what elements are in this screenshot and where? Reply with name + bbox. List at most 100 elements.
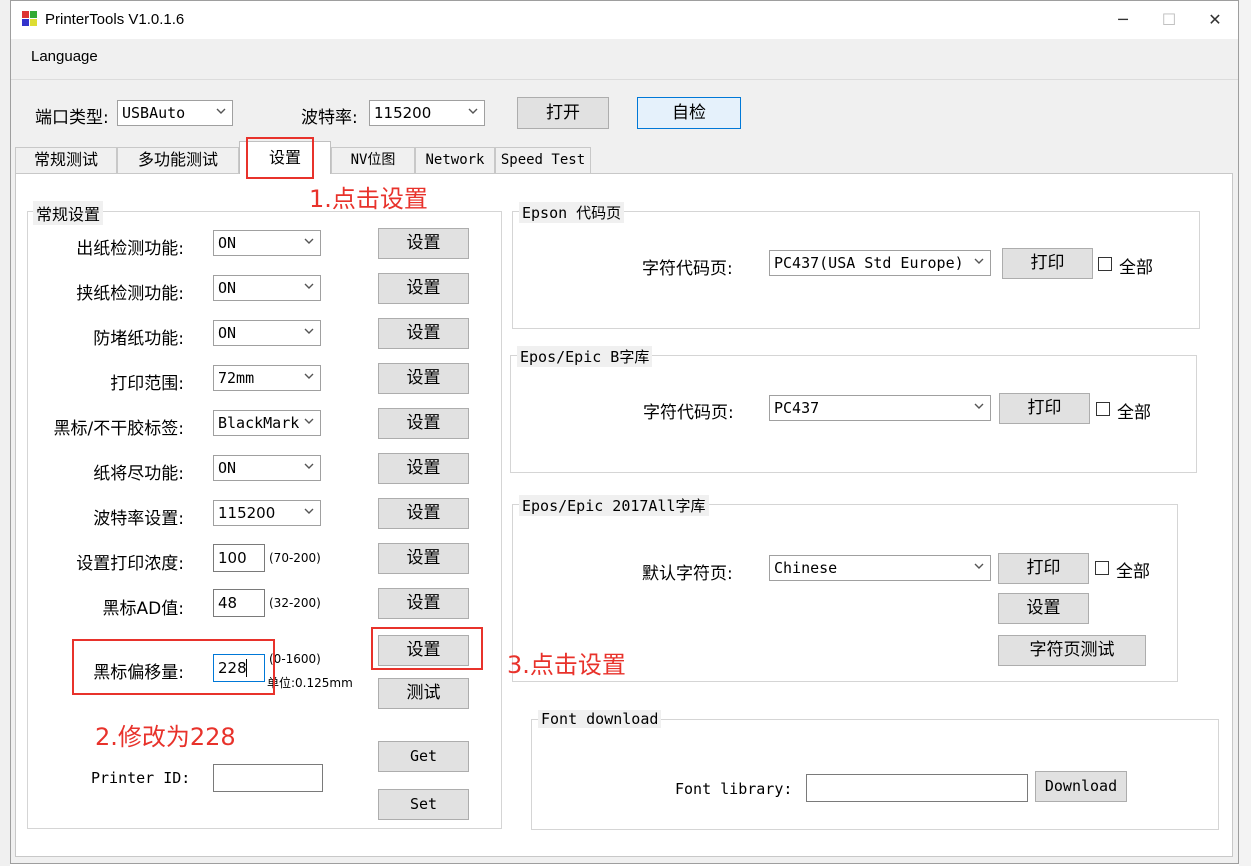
annotation-step-2: 2.修改为228	[95, 723, 236, 751]
set-button-1[interactable]: 设置	[378, 228, 469, 259]
epos-b-print-label: 打印	[1027, 398, 1062, 418]
tab-general-test[interactable]: 常规测试	[15, 147, 117, 173]
black-mark-ad-input[interactable]: 48	[213, 589, 265, 617]
epos-b-all-label: 全部	[1117, 403, 1151, 423]
default-codepage-select[interactable]: Chinese	[769, 555, 991, 581]
maximize-button[interactable]: ☐	[1146, 1, 1192, 39]
epson-codepage-title: Epson 代码页	[519, 202, 625, 223]
set-button-6[interactable]: 设置	[378, 453, 469, 484]
set-button-4[interactable]: 设置	[378, 363, 469, 394]
paper-near-end-select[interactable]: ON	[213, 455, 321, 481]
epos-2017-all-checkbox[interactable]	[1095, 561, 1109, 575]
epos-b-codepage-select[interactable]: PC437	[769, 395, 991, 421]
default-codepage-value: Chinese	[774, 559, 838, 577]
port-type-value: USBAuto	[122, 104, 186, 122]
chevron-down-icon	[304, 373, 314, 379]
app-window: PrinterTools V1.0.1.6 ─ ☐ ✕ Language 端口类…	[10, 0, 1239, 864]
menu-language[interactable]: Language	[31, 48, 98, 65]
font-library-input[interactable]	[806, 774, 1028, 802]
set-button-label: 设置	[406, 593, 441, 613]
font-download-title: Font download	[538, 710, 662, 728]
baud-rate-select[interactable]: 115200	[369, 100, 485, 126]
epos-2017-print-button[interactable]: 打印	[998, 553, 1089, 584]
close-button[interactable]: ✕	[1192, 1, 1238, 39]
chevron-down-icon	[304, 418, 314, 424]
printer-id-input[interactable]	[213, 764, 323, 792]
anti-jam-select[interactable]: ON	[213, 320, 321, 346]
epos-b-all-checkbox[interactable]	[1096, 402, 1110, 416]
epos-2017-all-label: 全部	[1116, 562, 1150, 582]
baud-setting-value: 115200	[218, 504, 276, 522]
black-mark-label-type-value: BlackMark	[218, 414, 300, 432]
title-bar[interactable]: PrinterTools V1.0.1.6 ─ ☐ ✕	[11, 1, 1238, 39]
epos-2017-print-label: 打印	[1026, 558, 1061, 578]
get-button-label: Get	[409, 747, 438, 765]
print-width-select[interactable]: 72mm	[213, 365, 321, 391]
set-button-label: 设置	[406, 458, 441, 478]
general-settings-title: 常规设置	[33, 201, 104, 225]
tab-network[interactable]: Network	[415, 147, 495, 173]
chevron-down-icon	[304, 328, 314, 334]
baud-setting-label: 波特率设置:	[93, 509, 184, 529]
anti-jam-label: 防堵纸功能:	[93, 329, 184, 349]
set-button-2[interactable]: 设置	[378, 273, 469, 304]
printer-id-label: Printer ID:	[91, 769, 191, 787]
paper-out-detect-select[interactable]: ON	[213, 230, 321, 256]
epos-b-codepage-label: 字符代码页:	[643, 403, 734, 423]
epson-print-button[interactable]: 打印	[1002, 248, 1093, 279]
paper-jam-detect-label: 挟纸检测功能:	[76, 284, 184, 304]
set-button-7[interactable]: 设置	[378, 498, 469, 529]
tab-speed-test[interactable]: Speed Test	[495, 147, 591, 173]
tab-nv-bitmap[interactable]: NV位图	[331, 147, 415, 173]
print-density-value: 100	[218, 549, 247, 567]
desktop-background-left	[0, 0, 10, 866]
epson-all-checkbox[interactable]	[1098, 257, 1112, 271]
chevron-down-icon	[468, 108, 478, 114]
download-button[interactable]: Download	[1035, 771, 1127, 802]
epos-2017-set-button[interactable]: 设置	[998, 593, 1089, 624]
paper-jam-detect-select[interactable]: ON	[213, 275, 321, 301]
tab-multifunction-test[interactable]: 多功能测试	[117, 147, 239, 173]
epos-b-codepage-value: PC437	[774, 399, 820, 417]
black-mark-offset-unit: 单位:0.125mm	[267, 676, 353, 690]
font-library-label: Font library:	[675, 780, 793, 798]
open-button[interactable]: 打开	[517, 97, 609, 129]
get-button[interactable]: Get	[378, 741, 469, 772]
epos-b-font-title: Epos/Epic B字库	[517, 346, 653, 367]
print-density-input[interactable]: 100	[213, 544, 265, 572]
window-title: PrinterTools V1.0.1.6	[45, 11, 185, 28]
chevron-down-icon	[974, 403, 984, 409]
set-button-label: 设置	[406, 368, 441, 388]
set-button-5[interactable]: 设置	[378, 408, 469, 439]
set-button-3[interactable]: 设置	[378, 318, 469, 349]
annotation-box-offset	[72, 639, 275, 695]
epson-codepage-select[interactable]: PC437(USA Std Europe)	[769, 250, 991, 276]
baud-rate-label: 波特率:	[301, 108, 358, 128]
self-test-button[interactable]: 自检	[637, 97, 741, 129]
set-printer-id-button[interactable]: Set	[378, 789, 469, 820]
print-width-value: 72mm	[218, 369, 255, 387]
minimize-button[interactable]: ─	[1100, 1, 1146, 39]
port-type-select[interactable]: USBAuto	[117, 100, 233, 126]
chevron-down-icon	[304, 238, 314, 244]
epson-codepage-label: 字符代码页:	[642, 259, 733, 279]
annotation-step-1: 1.点击设置	[309, 185, 428, 213]
test-button[interactable]: 测试	[378, 678, 469, 709]
print-width-label: 打印范围:	[110, 374, 184, 394]
epos-b-print-button[interactable]: 打印	[999, 393, 1090, 424]
epson-print-label: 打印	[1030, 253, 1065, 273]
desktop-background-right	[1239, 0, 1251, 866]
black-mark-label-type-label: 黑标/不干胶标签:	[53, 419, 184, 439]
port-type-label: 端口类型:	[35, 108, 109, 128]
chevron-down-icon	[216, 108, 226, 114]
codepage-test-button[interactable]: 字符页测试	[998, 635, 1146, 666]
baud-setting-select[interactable]: 115200	[213, 500, 321, 526]
anti-jam-value: ON	[218, 324, 237, 342]
annotation-box-settings-tab	[246, 137, 314, 179]
set-printer-id-label: Set	[409, 795, 438, 813]
set-button-8[interactable]: 设置	[378, 543, 469, 574]
black-mark-label-type-select[interactable]: BlackMark	[213, 410, 321, 436]
paper-out-detect-value: ON	[218, 234, 237, 252]
set-button-9[interactable]: 设置	[378, 588, 469, 619]
annotation-step-3: 3.点击设置	[507, 651, 626, 679]
